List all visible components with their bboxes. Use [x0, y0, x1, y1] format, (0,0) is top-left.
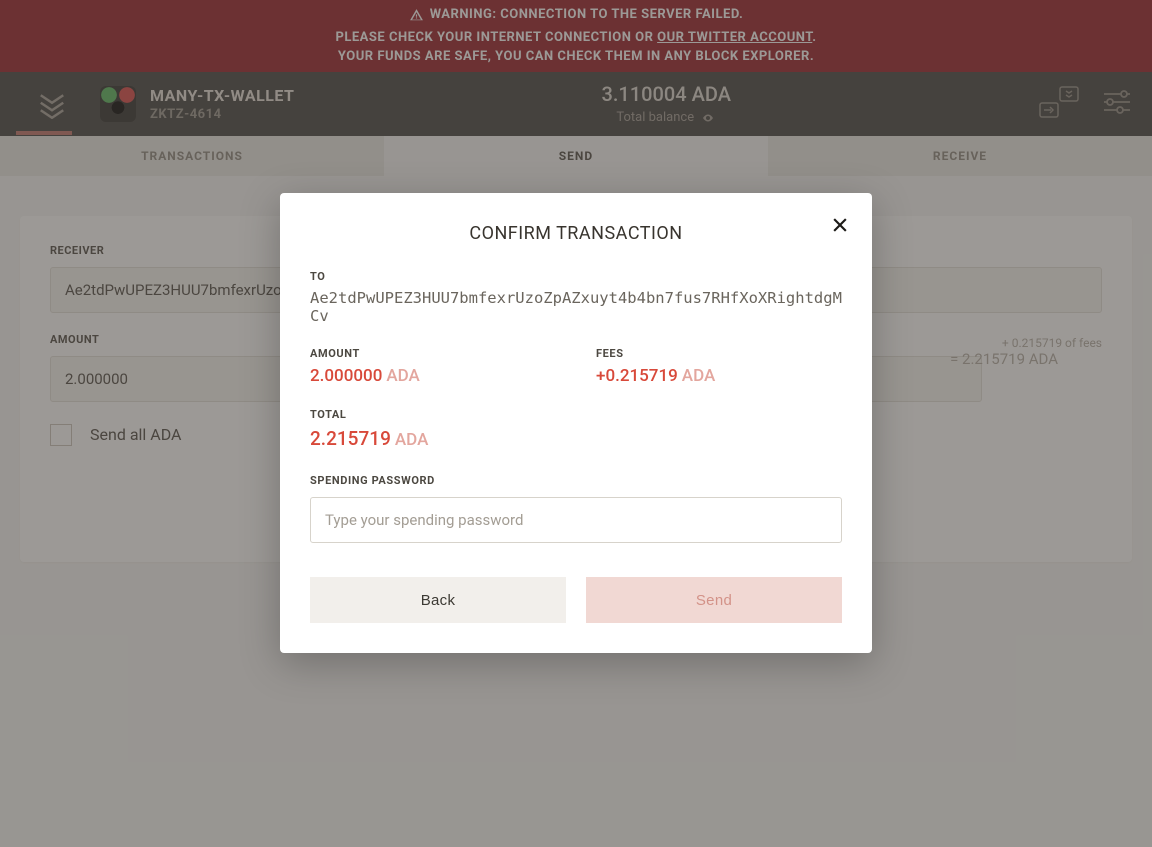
- spending-password-input[interactable]: [310, 497, 842, 543]
- to-label: TO: [310, 270, 842, 283]
- to-address: Ae2tdPwUPEZ3HUU7bmfexrUzoZpAZxuyt4b4bn7f…: [310, 289, 842, 325]
- confirm-transaction-modal: CONFIRM TRANSACTION TO Ae2tdPwUPEZ3HUU7b…: [280, 193, 872, 653]
- modal-total-value: 2.215719: [310, 427, 391, 450]
- modal-fees-unit: ADA: [682, 366, 715, 386]
- modal-fees-value: +0.215719: [596, 366, 678, 386]
- back-button[interactable]: Back: [310, 577, 566, 623]
- modal-fees-label: FEES: [596, 347, 842, 360]
- modal-amount-unit: ADA: [386, 366, 419, 386]
- spending-password-label: SPENDING PASSWORD: [310, 474, 842, 487]
- modal-amount-label: AMOUNT: [310, 347, 556, 360]
- send-button[interactable]: Send: [586, 577, 842, 623]
- modal-title: CONFIRM TRANSACTION: [310, 223, 842, 244]
- close-icon[interactable]: [830, 215, 850, 239]
- modal-amount-value: 2.000000: [310, 366, 382, 386]
- modal-total-label: TOTAL: [310, 408, 842, 421]
- modal-total-unit: ADA: [395, 430, 428, 450]
